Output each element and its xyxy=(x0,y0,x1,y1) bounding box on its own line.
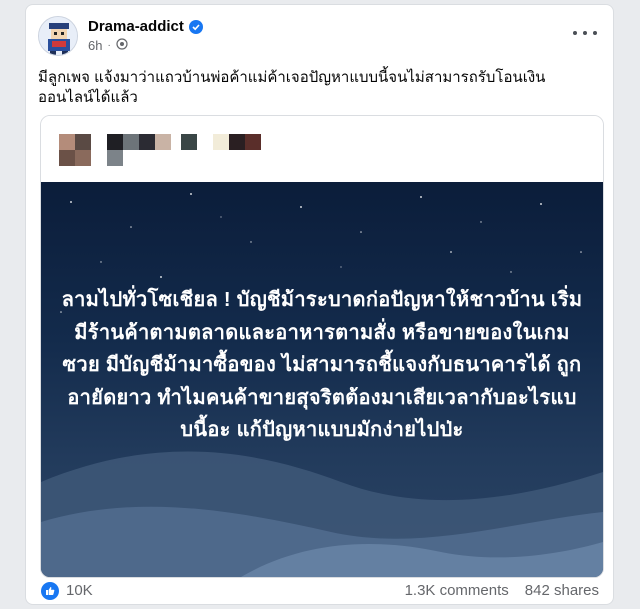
shared-post-image[interactable]: ลามไปทั่วโซเชียล ! บัญชีม้าระบาดก่อปัญหา… xyxy=(41,182,603,577)
globe-icon xyxy=(116,38,128,53)
redacted-pixel xyxy=(123,134,139,150)
redacted-pixel xyxy=(59,134,75,150)
redacted-pixel xyxy=(59,150,75,166)
redacted-pixel xyxy=(245,134,261,150)
redacted-pixel xyxy=(155,134,171,150)
shared-post-attachment[interactable]: ลามไปทั่วโซเชียล ! บัญชีม้าระบาดก่อปัญหา… xyxy=(40,115,604,578)
verified-badge-icon xyxy=(188,19,203,34)
redacted-pixel xyxy=(75,134,91,150)
more-options-icon[interactable] xyxy=(573,25,597,41)
like-reaction-icon[interactable] xyxy=(41,582,59,600)
post-meta: 6h · xyxy=(88,38,128,53)
author-name-row: Drama-addict xyxy=(88,18,203,35)
post-footer: 10K 1.3K comments 842 shares xyxy=(26,576,613,606)
meta-separator: · xyxy=(107,40,111,51)
engagement-stats: 1.3K comments 842 shares xyxy=(405,582,599,599)
redacted-pixel xyxy=(139,134,155,150)
post-header: Drama-addict 6h · xyxy=(26,5,613,65)
author-avatar[interactable] xyxy=(38,16,78,56)
redacted-pixel xyxy=(107,150,123,166)
shares-count[interactable]: 842 shares xyxy=(525,582,599,599)
image-headline: ลามไปทั่วโซเชียล ! บัญชีม้าระบาดก่อปัญหา… xyxy=(61,289,583,441)
author-name[interactable]: Drama-addict xyxy=(88,18,184,35)
comments-count[interactable]: 1.3K comments xyxy=(405,582,509,599)
avatar-mascot-icon xyxy=(39,17,77,55)
redacted-pixel xyxy=(229,134,245,150)
redacted-pixel xyxy=(213,134,229,150)
redacted-pixel xyxy=(181,134,197,150)
post-card: Drama-addict 6h · มีลูกเพจ แจ้งมาว่าแถวบ… xyxy=(25,4,614,605)
reaction-count[interactable]: 10K xyxy=(66,582,93,599)
redacted-pixel xyxy=(75,150,91,166)
shared-post-header-redacted xyxy=(41,116,603,182)
post-caption: มีลูกเพจ แจ้งมาว่าแถวบ้านพ่อค้าแม่ค้าเจอ… xyxy=(38,69,546,106)
post-time[interactable]: 6h xyxy=(88,38,102,53)
redacted-pixel xyxy=(107,134,123,150)
